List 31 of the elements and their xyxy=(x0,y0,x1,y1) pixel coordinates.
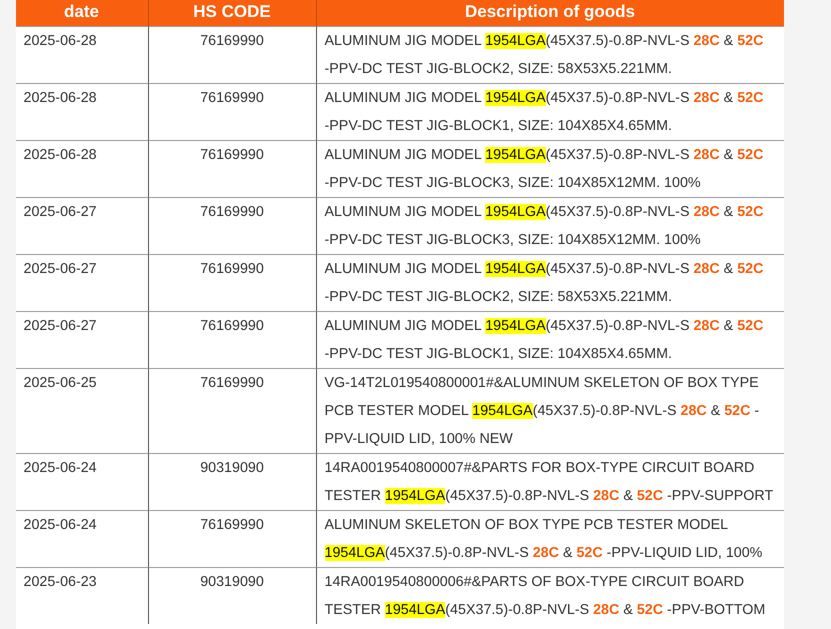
date-cell: 2025-06-23 xyxy=(24,574,97,590)
description-cell-text: ALUMINUM JIG MODEL 1954LGA(45X37.5)-0.8P-NVL-S 28C & 52C -PPV-DC TEST JIG-BLOCK1, SIZE: 104X85X4.65MM. xyxy=(324,317,764,364)
date-cell: 2025-06-28 xyxy=(24,147,97,163)
column-header: Description of goods xyxy=(316,0,784,26)
date-cell: 2025-06-27 xyxy=(24,204,97,220)
hs-code-cell: 76169990 xyxy=(200,261,264,277)
description-cell-text: ALUMINUM SKELETON OF BOX TYPE PCB TESTER MODEL 1954LGA(45X37.5)-0.8P-NVL-S 28C & 52C -PPV-LIQUID LID, 100% xyxy=(324,516,762,563)
hs-code-cell: 76169990 xyxy=(200,33,264,49)
description-cell-text: ALUMINUM JIG MODEL 1954LGA(45X37.5)-0.8P-NVL-S 28C & 52C -PPV-DC TEST JIG-BLOCK2, SIZE: 58X53X5.221MM. xyxy=(324,32,764,79)
description-cell-text: ALUMINUM JIG MODEL 1954LGA(45X37.5)-0.8P-NVL-S 28C & 52C -PPV-DC TEST JIG-BLOCK3, SIZE: 104X85X12MM. 100% xyxy=(324,146,764,193)
hs-code-cell: 90319090 xyxy=(200,574,264,590)
date-cell: 2025-06-28 xyxy=(24,33,97,49)
description-cell-text: VG-14T2L019540800001#&ALUMINUM SKELETON OF BOX TYPE PCB TESTER MODEL 1954LGA(45X37.5)-0.8P-NVL-S 28C & 52C - PPV-LIQUID LID, 100% NEW xyxy=(324,374,760,449)
hs-code-cell: 76169990 xyxy=(200,204,264,220)
hs-code-cell: 76169990 xyxy=(200,147,264,163)
date-cell: 2025-06-27 xyxy=(24,261,97,277)
hs-code-cell: 76169990 xyxy=(200,90,264,106)
description-cell-text: ALUMINUM JIG MODEL 1954LGA(45X37.5)-0.8P-NVL-S 28C & 52C -PPV-DC TEST JIG-BLOCK2, SIZE: 58X53X5.221MM. xyxy=(324,260,764,307)
hs-code-cell: 76169990 xyxy=(200,375,264,391)
description-cell-text: ALUMINUM JIG MODEL 1954LGA(45X37.5)-0.8P-NVL-S 28C & 52C -PPV-DC TEST JIG-BLOCK1, SIZE: 104X85X4.65MM. xyxy=(324,89,764,136)
date-cell: 2025-06-27 xyxy=(24,318,97,334)
hs-code-cell: 90319090 xyxy=(200,460,264,476)
date-cell: 2025-06-28 xyxy=(24,90,97,106)
hs-code-cell: 76169990 xyxy=(200,318,264,334)
column-header: date xyxy=(16,0,148,26)
date-cell: 2025-06-24 xyxy=(24,460,97,476)
date-cell: 2025-06-24 xyxy=(24,517,97,533)
column-header: HS CODE xyxy=(148,0,316,26)
date-cell: 2025-06-25 xyxy=(24,375,97,391)
description-cell-text: ALUMINUM JIG MODEL 1954LGA(45X37.5)-0.8P-NVL-S 28C & 52C -PPV-DC TEST JIG-BLOCK3, SIZE: 104X85X12MM. 100% xyxy=(324,203,764,250)
hs-code-cell: 76169990 xyxy=(200,517,264,533)
